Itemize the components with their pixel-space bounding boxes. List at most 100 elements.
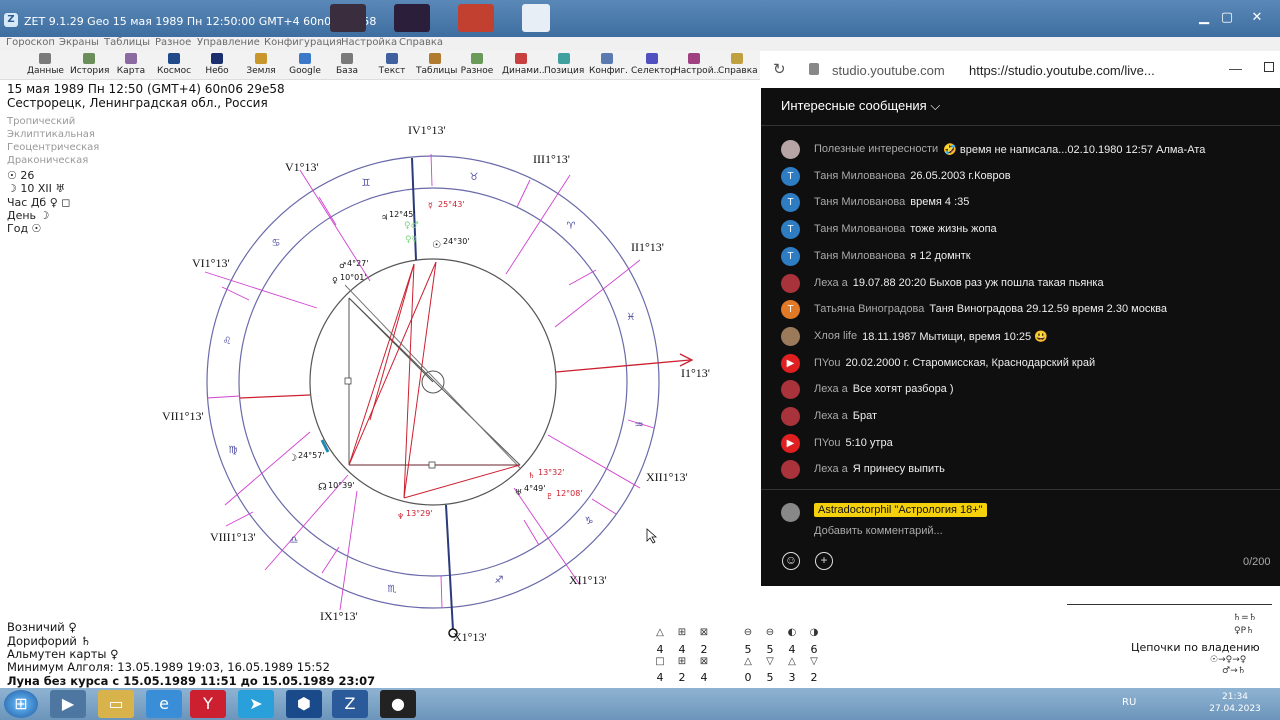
menu-item[interactable]: Экраны [59,37,99,48]
add-icon[interactable]: + [815,552,833,570]
toolbar-icon [429,53,441,64]
toolbar-button[interactable]: Карта [116,52,146,79]
chat-mode-dropdown[interactable]: Интересные сообщения ⌵ [781,98,940,114]
maximize-icon[interactable] [1264,62,1274,72]
toolbar-button[interactable]: Справка [718,52,758,79]
menu-item[interactable]: Конфигурация [264,37,342,48]
house-label-xii: XII1°13' [646,470,688,484]
maximize-icon[interactable]: ▢ [1216,9,1238,27]
toolbar-button[interactable]: Позиция [544,52,584,79]
taskbar-thumbnail[interactable] [394,4,430,32]
toolbar-button[interactable]: База [334,52,360,79]
count: 5 [766,671,774,684]
taskbar-thumbnail[interactable] [458,4,494,32]
chat-message[interactable]: Леха а 19.07.88 20:20 Быхов раз уж пошла … [781,273,1271,295]
natal-chart[interactable]: ♊ ♉ ♋ ♈ ♌ ♓ ♍ ♒ ♎ ♑ ♏ ♐ IV1°13' III1°13'… [150,110,710,650]
media-player-icon[interactable]: ▶ [50,690,86,718]
toolbar-button[interactable]: История [70,52,109,79]
message-text: 26.05.2003 г.Ковров [910,170,1011,182]
chat-message[interactable]: Леха а Все хотят разбора ) [781,379,1271,401]
svg-text:♂: ♂ [339,261,346,270]
toolbar-label: Данные [27,66,64,76]
start-button[interactable]: ⊞ [4,690,38,718]
chains-label: Цепочки по владению [1131,641,1260,654]
minimize-icon[interactable]: — [1229,61,1242,76]
chat-message[interactable]: Леха а Я принесу выпить [781,459,1271,481]
screen: Z ZET 9.1.29 Geo 15 мая 1989 Пн 12:50:00… [0,0,1280,720]
toolbar-button[interactable]: Небо [204,52,230,79]
obs-icon[interactable]: ● [380,690,416,718]
chat-message[interactable]: Т Таня Милованова время 4 :35 [781,192,1271,214]
toolbar-button[interactable]: Google [289,52,321,79]
explorer-icon[interactable]: ▭ [98,690,134,718]
element-icon: ◑ [809,627,819,638]
svg-text:♃: ♃ [381,213,388,222]
menu-item[interactable]: Таблицы [104,37,150,48]
shield-icon[interactable]: ⬢ [286,690,322,718]
chat-message[interactable]: Леха а Брат [781,406,1271,428]
chat-message[interactable]: Т Таня Милованова я 12 домнтк [781,246,1271,268]
message-author: Таня Милованова [814,223,906,235]
yandex-icon[interactable]: Y [190,690,226,718]
taskbar-thumbnail[interactable] [330,4,366,32]
toolbar-label: Google [289,66,321,76]
telegram-icon[interactable]: ➤ [238,690,274,718]
chain-glyphs: ☉→♀→♀ [1210,655,1247,665]
toolbar-button[interactable]: Данные [27,52,64,79]
toolbar-label: Космос [157,66,192,76]
char-count: 0/200 [1243,556,1271,568]
sun-degree: 24°30' [443,237,470,246]
menu-item[interactable]: Гороскоп [6,37,55,48]
toolbar-icon [168,53,180,64]
house-label-vii: VII1°13' [162,409,204,423]
chat-message[interactable]: ▶ ПYou 20.02.2000 г. Старомисская, Краснод… [781,353,1271,375]
clock[interactable]: 21:34 27.04.2023 [1205,691,1265,715]
toolbar-button[interactable]: Селектор [631,52,676,79]
toolbar-label: Таблицы [416,66,458,76]
toolbar-button[interactable]: Конфиг. [589,52,628,79]
menu-item[interactable]: Настройка [341,37,397,48]
chat-message[interactable]: Т Таня Милованова 26.05.2003 г.Ковров [781,166,1271,188]
emoji-icon[interactable]: ☺ [782,552,800,570]
close-icon[interactable]: ✕ [1246,9,1268,27]
toolbar-button[interactable]: Космос [157,52,191,79]
chat-message[interactable]: Т Татьяна Виноградова Таня Виноградова 29.… [781,299,1271,321]
menu-item[interactable]: Управление [197,37,260,48]
sender-channel-badge: Astradoctorphil "Астрология 18+" [814,503,987,517]
menu-item[interactable]: Разное [155,37,191,48]
toolbar-label: Позиция [544,66,585,76]
house-label-ix: IX1°13' [320,609,358,623]
mode-center[interactable]: Геоцентрическая [7,142,99,153]
minimize-icon[interactable]: ▁ [1193,9,1215,27]
toolbar-button[interactable]: Динами.. [502,52,545,79]
toolbar-button[interactable]: Настрой.. [674,52,719,79]
house-label-x: X1°13' [453,630,487,644]
chat-message[interactable]: Полезные интересности 🤣 время не написала… [781,139,1271,161]
language-indicator[interactable]: RU [1122,697,1136,708]
taskbar-thumbnail[interactable] [522,4,550,32]
message-author: ПYou [814,437,841,449]
message-author: Леха а [814,277,848,289]
cardinal-icon: □ [655,656,665,667]
message-text: 19.07.88 20:20 Быхов раз уж пошла такая … [852,277,1104,289]
chat-mode-label: Интересные сообщения [781,98,927,113]
toolbar-button[interactable]: Разное [460,52,494,79]
ie-icon[interactable]: e [146,690,182,718]
chat-message[interactable]: Хлоя life 18.11.1987 Мытищи, время 10:25 … [781,326,1271,348]
svg-text:♈: ♈ [567,221,576,232]
address-url[interactable]: https://studio.youtube.com/live... [969,63,1155,78]
toolbar-button[interactable]: Таблицы [416,52,458,79]
chat-message[interactable]: ▶ ПYou 5:10 утра [781,433,1271,455]
mode-zodiac[interactable]: Тропический [7,116,75,127]
chat-message[interactable]: Т Таня Милованова тоже жизнь жопа [781,219,1271,241]
mode-draconic[interactable]: Драконическая [7,155,88,166]
comment-input[interactable]: Добавить комментарий... [814,525,943,537]
reload-icon[interactable]: ↻ [773,60,786,78]
avatar: Т [781,220,800,239]
mode-coordinates[interactable]: Эклиптикальная [7,129,95,140]
menu-item[interactable]: Справка [399,37,443,48]
toolbar-button[interactable]: Текст [378,52,406,79]
toolbar-button[interactable]: Земля [246,52,276,79]
message-text: Все хотят разбора ) [852,383,954,395]
zet-icon[interactable]: Z [332,690,368,718]
